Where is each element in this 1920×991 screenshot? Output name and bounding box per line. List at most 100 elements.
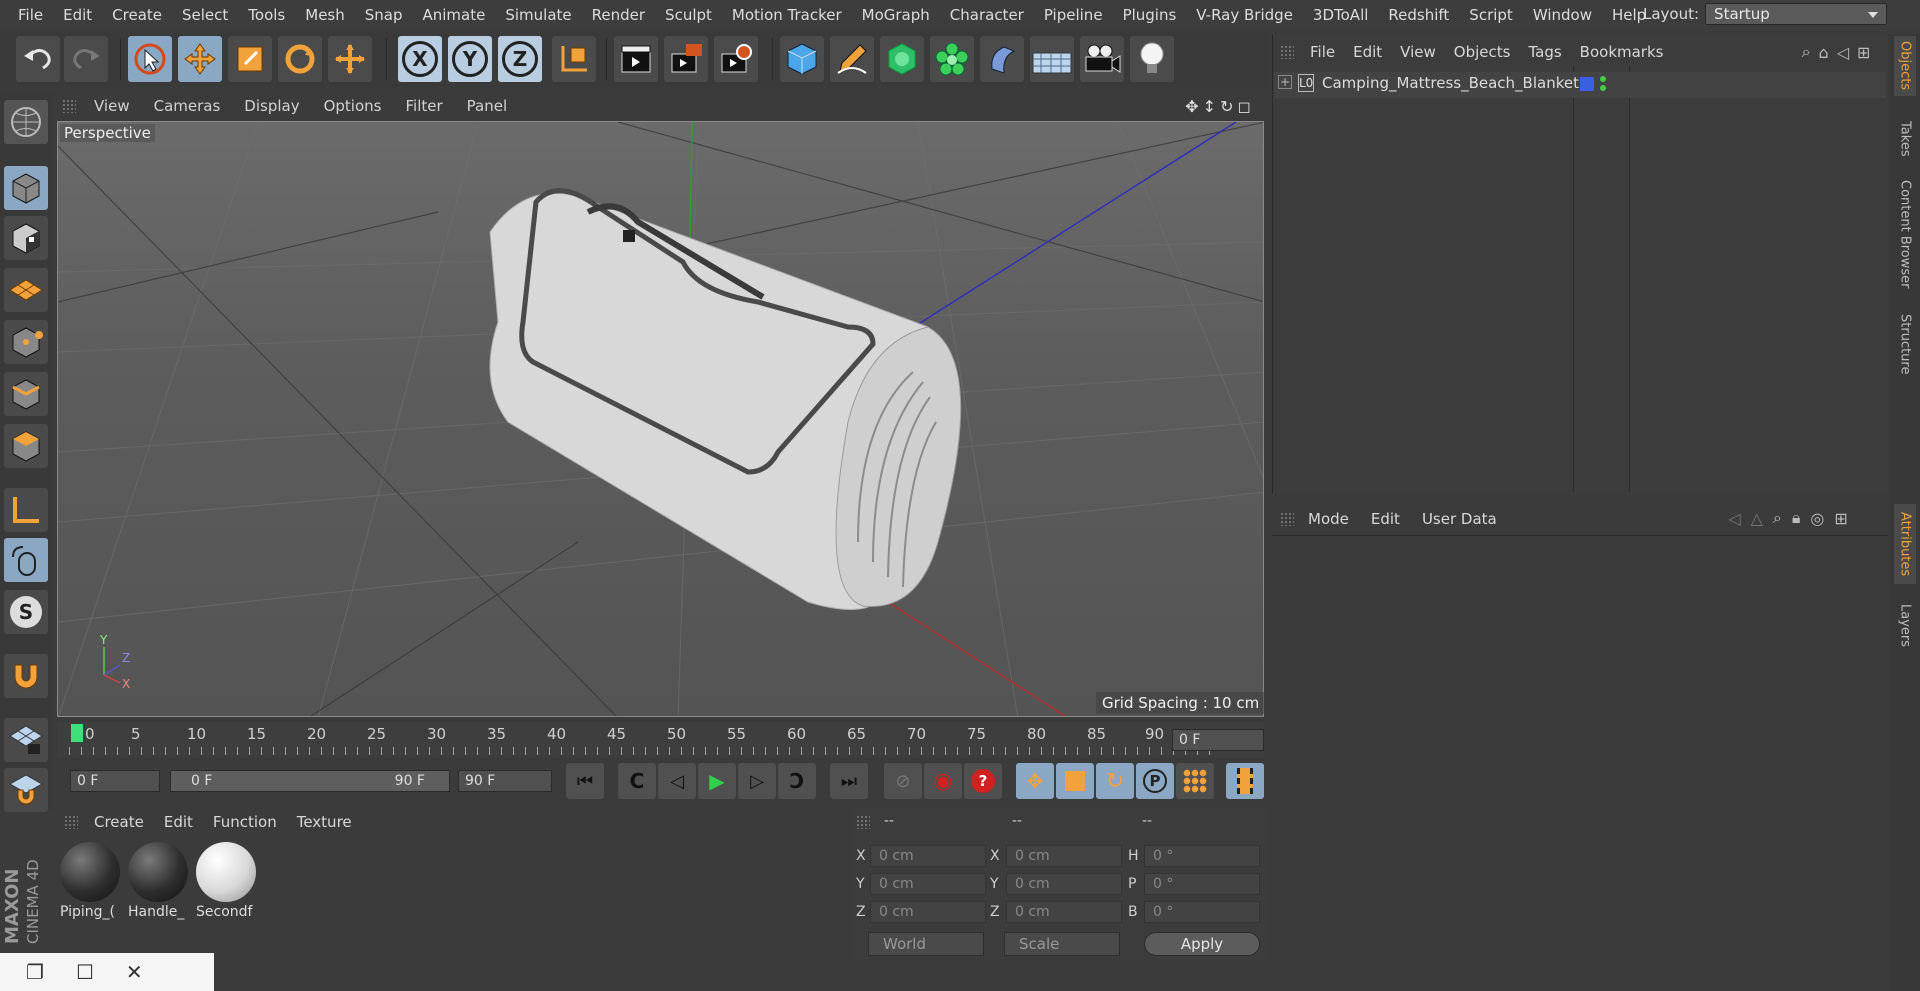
size-mode-dropdown[interactable]: Scale [1004,932,1120,956]
light-button[interactable] [1130,36,1174,82]
go-to-start-button[interactable]: ⏮ [566,763,604,799]
subdivision-surface-button[interactable] [880,36,924,82]
tab-structure[interactable]: Structure [1894,304,1916,384]
undo-button[interactable] [16,36,60,82]
live-selection-tool[interactable] [128,36,172,82]
key-parameter-button[interactable]: P [1136,763,1174,799]
material-menu-edit[interactable]: Edit [164,813,193,831]
cloner-button[interactable] [930,36,974,82]
back-arrow-icon[interactable]: ◁ [1728,509,1740,528]
rotation-p-field[interactable]: 0 ° [1144,873,1260,895]
menu-select[interactable]: Select [172,0,238,31]
back-icon[interactable]: ◁ [1837,43,1849,62]
menu-character[interactable]: Character [940,0,1034,31]
viewport-camera-label[interactable]: Perspective [60,124,155,142]
orbit-icon[interactable]: ↻ [1220,97,1233,116]
go-to-end-button[interactable]: ⏭ [830,763,868,799]
object-row[interactable]: + L0 Camping_Mattress_Beach_Blanket [1274,72,1886,98]
objects-menu-tags[interactable]: Tags [1528,43,1561,61]
tab-layers[interactable]: Layers [1894,596,1916,656]
previous-frame-button[interactable]: ◁ [658,763,696,799]
magnet-snap-button[interactable] [4,654,48,698]
viewport-menu-panel[interactable]: Panel [467,97,507,115]
y-axis-lock[interactable]: Y [448,36,492,82]
layout-dropdown[interactable]: Startup [1705,3,1888,25]
timeline-window-button[interactable] [1226,763,1264,799]
key-rotation-button[interactable]: ↻ [1096,763,1134,799]
camera-button[interactable] [1080,36,1124,82]
menu-mesh[interactable]: Mesh [295,0,355,31]
search-icon[interactable]: ⌕ [1802,42,1811,62]
objects-menu-bookmarks[interactable]: Bookmarks [1580,43,1664,61]
menu-edit[interactable]: Edit [53,0,102,31]
restore-window-icon[interactable]: ❐ [26,960,44,984]
next-key-button[interactable]: Ↄ [778,763,816,799]
viewport-solo-button[interactable] [4,100,48,144]
frame-range-slider[interactable]: 0 F 90 F [170,770,450,792]
layer-color-swatch[interactable] [1580,77,1594,91]
apply-button[interactable]: Apply [1144,932,1260,956]
render-to-picture-viewer-button[interactable] [664,36,708,82]
objects-menu-objects[interactable]: Objects [1454,43,1511,61]
menu-motion-tracker[interactable]: Motion Tracker [722,0,852,31]
rotate-tool[interactable] [278,36,322,82]
workplane-mode-button[interactable] [4,268,48,312]
floor-button[interactable] [1030,36,1074,82]
end-frame-field[interactable]: 90 F [458,770,552,792]
tab-content-browser[interactable]: Content Browser [1894,174,1916,294]
target-icon[interactable]: ◎ [1810,509,1824,528]
objects-menu-edit[interactable]: Edit [1353,43,1382,61]
tweak-mode-button[interactable] [4,538,48,582]
move-tool[interactable] [178,36,222,82]
timeline-ruler[interactable]: 0 5 10 15 20 25 30 35 40 45 50 55 60 65 … [57,722,1264,758]
material-menu-function[interactable]: Function [213,813,277,831]
key-position-button[interactable]: ✥ [1016,763,1054,799]
axis-mode-button[interactable] [4,488,48,532]
lock-icon[interactable]: 🔒︎ [1792,508,1801,528]
z-axis-lock[interactable]: Z [498,36,542,82]
size-y-field[interactable]: 0 cm [1006,873,1122,895]
menu-3dtoall[interactable]: 3DToAll [1303,0,1378,31]
key-pla-button[interactable] [1176,763,1214,799]
new-panel-icon[interactable]: ⊞ [1834,509,1847,528]
scale-tool[interactable] [228,36,272,82]
dolly-icon[interactable]: ↕ [1203,97,1216,116]
objects-menu-file[interactable]: File [1310,43,1335,61]
menu-snap[interactable]: Snap [355,0,413,31]
material-swatch-handle[interactable]: Handle_ [128,842,190,922]
coordinate-space-dropdown[interactable]: World [868,932,984,956]
render-settings-button[interactable] [714,36,758,82]
menu-pipeline[interactable]: Pipeline [1034,0,1113,31]
texture-mode-button[interactable] [4,216,48,260]
grid-lock-button[interactable] [4,718,48,762]
search-icon[interactable]: ⌕ [1773,508,1782,528]
menu-redshift[interactable]: Redshift [1378,0,1459,31]
edges-mode-button[interactable] [4,372,48,416]
menu-tools[interactable]: Tools [238,0,295,31]
menu-vray-bridge[interactable]: V-Ray Bridge [1186,0,1303,31]
object-name[interactable]: Camping_Mattress_Beach_Blanket [1322,74,1579,92]
pen-spline-button[interactable] [830,36,874,82]
record-keys-button[interactable]: ⊘ [884,763,922,799]
menu-sculpt[interactable]: Sculpt [655,0,722,31]
model-mode-button[interactable] [4,166,48,210]
rotation-h-field[interactable]: 0 ° [1144,845,1260,867]
menu-create[interactable]: Create [102,0,172,31]
tab-attributes[interactable]: Attributes [1894,504,1916,584]
attributes-menu-user-data[interactable]: User Data [1422,510,1497,528]
up-arrow-icon[interactable]: △ [1751,509,1763,528]
menu-file[interactable]: File [8,0,53,31]
attributes-menu-edit[interactable]: Edit [1371,510,1400,528]
close-window-icon[interactable]: ✕ [126,960,143,984]
render-view-button[interactable] [614,36,658,82]
material-menu-create[interactable]: Create [94,813,144,831]
x-axis-lock[interactable]: X [398,36,442,82]
viewport-menu-cameras[interactable]: Cameras [154,97,221,115]
rotation-b-field[interactable]: 0 ° [1144,901,1260,923]
menu-simulate[interactable]: Simulate [495,0,581,31]
new-panel-icon[interactable]: ⊞ [1857,43,1870,62]
menu-window[interactable]: Window [1523,0,1602,31]
size-z-field[interactable]: 0 cm [1006,901,1122,923]
maximize-view-icon[interactable]: ◻ [1237,97,1250,116]
previous-key-button[interactable]: C [618,763,656,799]
